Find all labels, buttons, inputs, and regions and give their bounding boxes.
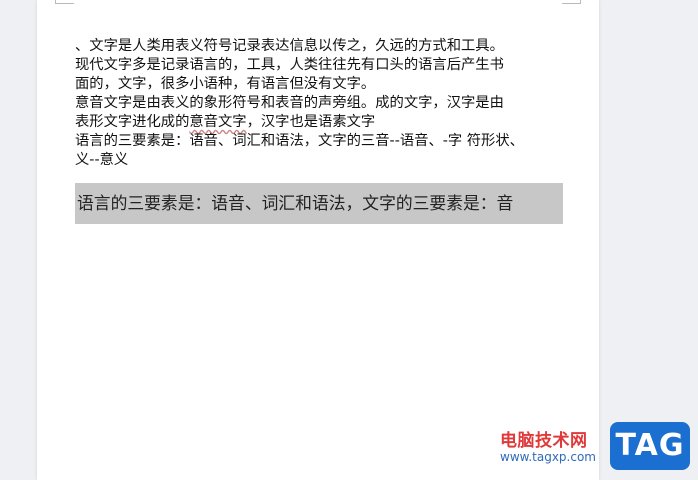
document-page[interactable]: 、文字是人类用表义符号记录表达信息以传之，久远的方式和工具。 现代文字多是记录语…	[37, 0, 599, 480]
text-line-5-part-1: 表形文字进化成的	[75, 114, 190, 130]
watermark-site-name: 电脑技术网	[500, 431, 588, 451]
spellcheck-underlined-word: 意音文字	[189, 114, 247, 130]
page-corner-mark-left	[55, 0, 74, 4]
page-corner-mark-right	[562, 0, 581, 4]
document-workspace: 、文字是人类用表义符号记录表达信息以传之，久远的方式和工具。 现代文字多是记录语…	[0, 0, 698, 480]
text-line-1: 、文字是人类用表义符号记录表达信息以传之，久远的方式和工具。	[75, 38, 504, 54]
highlighted-paragraph[interactable]: 语言的三要素是：语音、词汇和语法，文字的三要素是：音	[75, 183, 563, 224]
highlighted-paragraph-text: 语言的三要素是：语音、词汇和语法，文字的三要素是：音	[77, 193, 514, 213]
text-line-7: 义--意义	[75, 152, 129, 168]
watermark-tag-badge: TAG	[610, 422, 690, 470]
watermark-logo: 电脑技术网 www.tagxp.com TAG	[500, 422, 690, 474]
text-line-3: 面的，文字，很多小语种，有语言但没有文字。	[75, 76, 376, 92]
text-line-5: 表形文字进化成的意音文字，汉字也是语素文字	[75, 113, 565, 132]
watermark-url: www.tagxp.com	[500, 450, 596, 464]
text-line-6: 语言的三要素是：语音、词汇和语法，文字的三音--语音、-字 符形状、	[75, 133, 524, 149]
text-line-5-part-3: ，汉字也是语素文字	[246, 114, 376, 130]
text-line-2: 现代文字多是记录语言的，工具，人类往往先有口头的语言后产生书	[75, 57, 504, 73]
text-line-4: 意音文字是由表义的象形符号和表音的声旁组。成的文字，汉字是由	[75, 95, 504, 111]
document-body[interactable]: 、文字是人类用表义符号记录表达信息以传之，久远的方式和工具。 现代文字多是记录语…	[75, 37, 565, 170]
